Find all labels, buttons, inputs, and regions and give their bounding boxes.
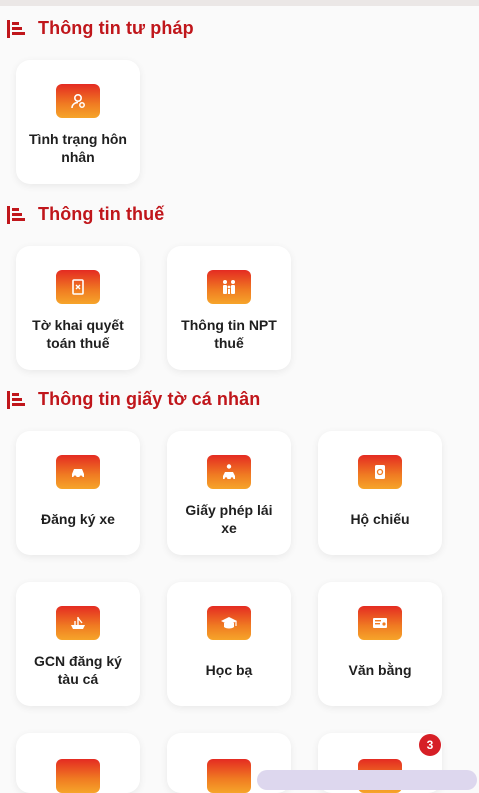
card-school-record[interactable]: Học bạ xyxy=(167,582,291,706)
family-icon xyxy=(207,270,251,304)
section-header-personal-docs: Thông tin giấy tờ cá nhân xyxy=(6,389,260,410)
section-title: Thông tin tư pháp xyxy=(38,18,194,38)
top-status-strip xyxy=(0,0,479,6)
card-label: GCN đăng ký tàu cá xyxy=(34,653,122,687)
document-stack-icon xyxy=(7,390,25,409)
card-dependent-tax[interactable]: Thông tin NPT thuế xyxy=(167,246,291,370)
card-label: Tờ khai quyết toán thuế xyxy=(32,317,124,351)
card-label: Văn bằng xyxy=(348,662,412,678)
graduation-cap-icon xyxy=(207,606,251,640)
card-marital-status[interactable]: Tình trạng hôn nhân xyxy=(16,60,140,184)
card-label: Hộ chiếu xyxy=(350,511,410,527)
car-icon xyxy=(56,455,100,489)
document-stack-icon xyxy=(7,205,25,224)
section-title: Thông tin thuế xyxy=(38,204,165,224)
card-label: Thông tin NPT thuế xyxy=(181,317,277,351)
certificate-icon xyxy=(358,606,402,640)
person-key-icon xyxy=(56,84,100,118)
notification-badge[interactable]: 3 xyxy=(419,734,441,756)
document-card-icon xyxy=(56,759,100,793)
card-fishing-vessel[interactable]: GCN đăng ký tàu cá xyxy=(16,582,140,706)
section-title: Thông tin giấy tờ cá nhân xyxy=(38,389,261,409)
card-label: Học bạ xyxy=(205,662,253,678)
document-stack-icon xyxy=(7,19,25,38)
card-driver-license[interactable]: Giấy phép lái xe xyxy=(167,431,291,555)
tax-document-icon xyxy=(56,270,100,304)
card-label: Giấy phép lái xe xyxy=(185,502,273,536)
passport-icon xyxy=(358,455,402,489)
bottom-floating-bar[interactable] xyxy=(257,770,477,790)
section-header-legal: Thông tin tư pháp xyxy=(6,18,194,39)
card-vehicle-registration[interactable]: Đăng ký xe xyxy=(16,431,140,555)
card-label: Tình trạng hôn nhân xyxy=(29,131,127,165)
card-tax-return[interactable]: Tờ khai quyết toán thuế xyxy=(16,246,140,370)
card-label: Đăng ký xe xyxy=(41,511,115,527)
driver-license-icon xyxy=(207,455,251,489)
card-passport[interactable]: Hộ chiếu xyxy=(318,431,442,555)
card-diploma[interactable]: Văn bằng xyxy=(318,582,442,706)
card-partial-1[interactable] xyxy=(16,733,140,793)
section-header-tax: Thông tin thuế xyxy=(6,204,164,225)
fishing-boat-icon xyxy=(56,606,100,640)
document-card-icon xyxy=(207,759,251,793)
